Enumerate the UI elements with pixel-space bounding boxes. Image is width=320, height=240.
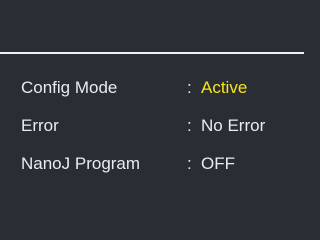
nanoj-program-value: OFF [201, 154, 235, 173]
status-row-error: Error : No Error [21, 113, 291, 139]
nanoj-program-separator: : [187, 154, 192, 173]
error-label: Error [21, 116, 59, 135]
config-mode-value: Active [201, 78, 248, 97]
error-value: No Error [201, 116, 266, 135]
config-mode-label: Config Mode [21, 78, 118, 97]
nanoj-program-label: NanoJ Program [21, 154, 141, 173]
status-row-nanoj-program: NanoJ Program : OFF [21, 151, 291, 177]
error-separator: : [187, 116, 192, 135]
status-panel: Config Mode : Active Error : No Error Na… [0, 0, 304, 240]
header-divider [0, 52, 304, 54]
status-row-config-mode: Config Mode : Active [21, 75, 291, 101]
config-mode-separator: : [187, 78, 192, 97]
